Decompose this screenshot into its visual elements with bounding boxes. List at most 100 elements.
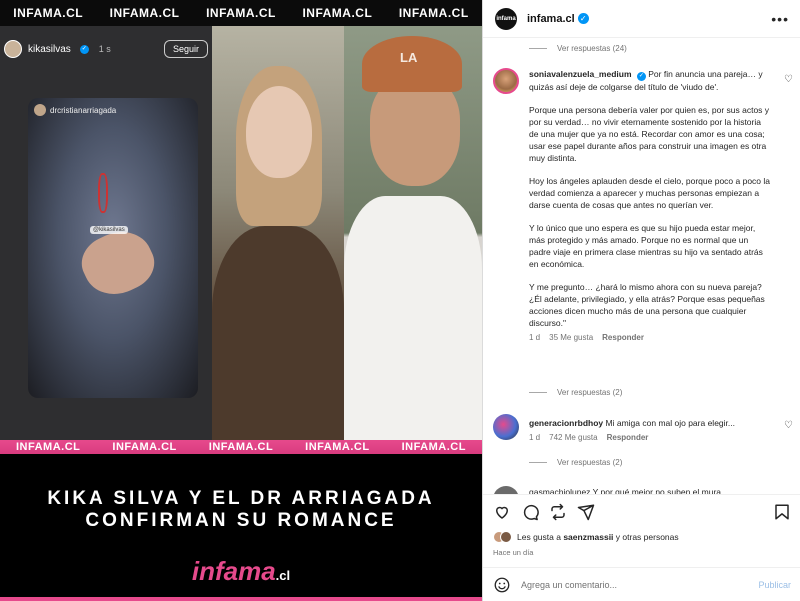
verified-badge-icon: ✓ (79, 44, 89, 54)
verified-badge-icon: ✓ (577, 13, 589, 24)
publish-button[interactable]: Publicar (758, 580, 791, 590)
likes-summary[interactable]: Les gusta a saenzmassii y otras personas (493, 531, 679, 543)
headline-line-1: KIKA SILVA Y EL DR ARRIAGADA (47, 488, 435, 509)
watermark-text: INFAMA.CL (208, 441, 274, 453)
post-title-area: KIKA SILVA Y EL DR ARRIAGADA CONFIRMAN S… (0, 454, 482, 601)
story-drawing (98, 173, 108, 213)
verified-badge-icon: ✓ (636, 72, 646, 81)
woman-fur-coat (212, 226, 344, 440)
share-icon[interactable] (577, 503, 595, 521)
story-header: kikasilvas ✓ 1 s Seguir (4, 38, 208, 60)
watermark-text: INFAMA.CL (206, 6, 276, 20)
post-image: INFAMA.CL INFAMA.CL INFAMA.CL INFAMA.CL … (0, 0, 482, 601)
story-photo: drcristianarriagada @kikasilvas (28, 98, 198, 398)
save-bookmark-icon[interactable] (773, 503, 791, 521)
story-sticker: @kikasilvas (90, 226, 128, 234)
man-face (370, 76, 460, 186)
post-actions: Les gusta a saenzmassii y otras personas… (483, 494, 800, 601)
cap-logo: LA (400, 50, 418, 65)
liked-by-prefix: Les gusta a (517, 532, 561, 542)
comment-text: gasmachiolunez Y por qué mejor no suben … (529, 487, 721, 494)
comment-paragraph: Mi amiga con mal ojo para elegir... (605, 418, 735, 428)
comment-item: generacionrbdhoy Mi amiga con mal ojo pa… (493, 414, 793, 442)
watermark-text: INFAMA.CL (401, 441, 466, 453)
post-header: infama infama.cl ✓ ••• (483, 0, 800, 38)
watermark-text: INFAMA.CL (112, 441, 177, 453)
account-username[interactable]: infama.cl (527, 13, 575, 25)
replies-line (529, 462, 547, 463)
comment-time[interactable]: 1 d (529, 333, 540, 342)
comment-time[interactable]: 1 d (529, 433, 540, 442)
pink-bottom-bar (0, 597, 482, 601)
reply-button[interactable]: Responder (607, 433, 649, 442)
view-replies-label: Ver respuestas (2) (557, 458, 623, 467)
comment-meta: 1 d 35 Me gusta Responder (529, 333, 793, 342)
tag-avatar (34, 104, 46, 116)
like-comment-heart-icon[interactable]: ♡ (784, 420, 793, 431)
comment-item-partial: gasmachiolunez Y por qué mejor no suben … (493, 486, 793, 494)
story-mention-text: drcristianarriagada (50, 105, 117, 115)
headline-line-2: CONFIRMAN SU ROMANCE (85, 510, 397, 531)
reply-button[interactable]: Responder (602, 333, 644, 342)
post-time[interactable]: Hace un día (493, 548, 533, 557)
comment-paragraph: Y me pregunto… ¿hará lo mismo ahora con … (529, 282, 765, 328)
view-replies-label: Ver respuestas (24) (557, 44, 627, 53)
account-avatar[interactable]: infama (495, 7, 517, 30)
like-comment-heart-icon[interactable]: ♡ (784, 74, 793, 85)
commenter-avatar[interactable] (493, 414, 519, 440)
watermark-strip-top: INFAMA.CL INFAMA.CL INFAMA.CL INFAMA.CL … (0, 0, 482, 26)
liker-avatar (500, 531, 512, 543)
photo-woman (212, 26, 344, 440)
man-shirt (344, 196, 482, 440)
liked-by-suffix[interactable]: y otras personas (616, 532, 679, 542)
story-avatar (4, 40, 22, 58)
comment-paragraph: Porque una persona debería valer por qui… (529, 105, 770, 163)
commenter-avatar[interactable] (493, 486, 519, 494)
story-screenshot: kikasilvas ✓ 1 s Seguir drcristianarriag… (0, 26, 212, 440)
brand-logo: infama.cl (0, 556, 482, 587)
watermark-strip-bottom: INFAMA.CL INFAMA.CL INFAMA.CL INFAMA.CL … (0, 440, 482, 454)
story-time: 1 s (98, 44, 111, 54)
woman-face (246, 86, 312, 178)
watermark-text: INFAMA.CL (16, 441, 81, 453)
comment-paragraph: Hoy los ángeles aplauden desde el cielo,… (529, 176, 771, 210)
brand-logo-suffix: .cl (275, 568, 291, 583)
watermark-text: INFAMA.CL (305, 441, 370, 453)
story-mention-tag: drcristianarriagada (34, 104, 116, 116)
add-comment-bar: Publicar (483, 567, 800, 601)
watermark-text: INFAMA.CL (302, 6, 373, 20)
replies-line (529, 392, 547, 393)
comment-icon[interactable] (521, 503, 539, 521)
commenter-avatar[interactable] (493, 68, 519, 94)
comment-paragraph: Y lo único que uno espera es que su hijo… (529, 223, 763, 269)
watermark-text: INFAMA.CL (13, 6, 84, 20)
comment-text: soniavalenzuela_medium ✓ Por fin anuncia… (529, 68, 771, 329)
comment-text: generacionrbdhoy Mi amiga con mal ojo pa… (529, 414, 771, 429)
comment-meta: 1 d 742 Me gusta Responder (529, 433, 793, 442)
repost-icon[interactable] (549, 503, 567, 521)
commenter-username[interactable]: soniavalenzuela_medium (529, 69, 632, 79)
liked-by-user[interactable]: saenzmassii (563, 532, 613, 542)
action-icons-row (493, 503, 791, 523)
post-side-panel: infama infama.cl ✓ ••• Ver respuestas (2… (482, 0, 800, 601)
view-replies-button[interactable]: Ver respuestas (24) (529, 44, 627, 53)
comment-likes[interactable]: 35 Me gusta (549, 333, 593, 342)
emoji-icon[interactable] (493, 576, 511, 594)
view-replies-button[interactable]: Ver respuestas (2) (529, 458, 622, 467)
comment-input[interactable] (521, 580, 741, 590)
view-replies-label: Ver respuestas (2) (557, 388, 623, 397)
story-username: kikasilvas (28, 43, 71, 55)
comments-list[interactable]: Ver respuestas (24) soniavalenzuela_medi… (483, 38, 800, 494)
watermark-text: INFAMA.CL (109, 6, 180, 20)
heart-icon[interactable] (493, 503, 511, 521)
comment-item: soniavalenzuela_medium ✓ Por fin anuncia… (493, 68, 793, 342)
commenter-username[interactable]: generacionrbdhoy (529, 418, 603, 428)
comment-likes[interactable]: 742 Me gusta (549, 433, 597, 442)
view-replies-button[interactable]: Ver respuestas (2) (529, 388, 622, 397)
story-follow-button: Seguir (163, 40, 208, 58)
more-options-button[interactable]: ••• (771, 11, 789, 27)
watermark-text: INFAMA.CL (398, 6, 469, 20)
brand-logo-main: infama (191, 556, 276, 586)
photo-man: LA (344, 26, 482, 440)
replies-line (529, 48, 547, 49)
